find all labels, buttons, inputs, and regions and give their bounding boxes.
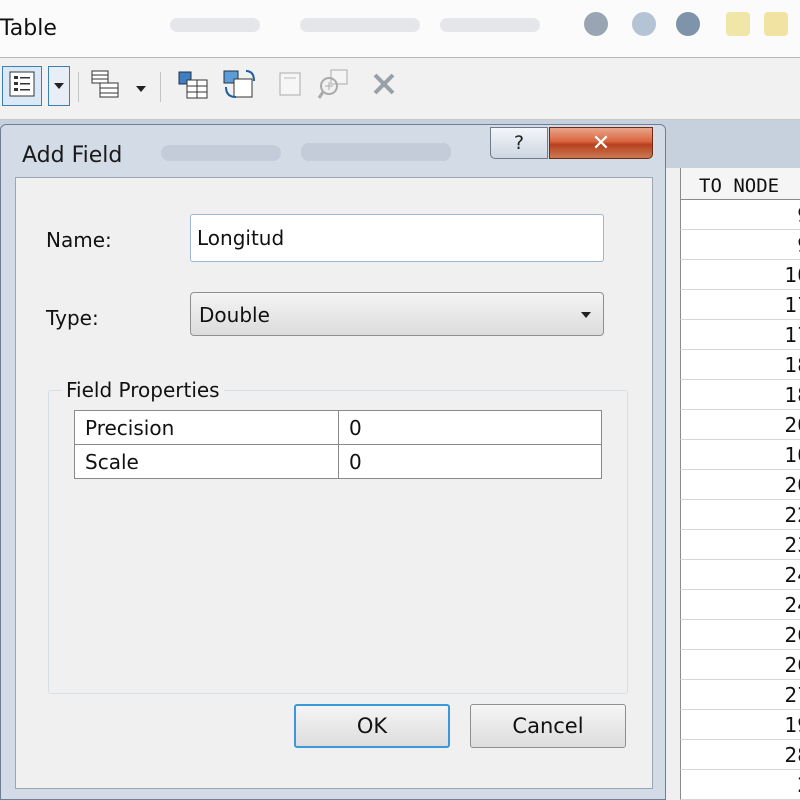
- window-title: Table: [0, 16, 57, 41]
- table-cell-to-node: 23: [784, 533, 800, 557]
- table-cell-to-node: 18: [784, 353, 800, 377]
- table-options-button[interactable]: [2, 66, 42, 106]
- titlebar-blur-icon: [726, 12, 750, 36]
- table-cell-to-node: 20: [784, 413, 800, 437]
- table-toolbar: [0, 58, 800, 120]
- table-row[interactable]: 22: [680, 500, 800, 530]
- titlebar-blur-icon: [676, 12, 700, 36]
- zoom-to-selected-icon: [317, 68, 351, 104]
- name-field[interactable]: [190, 214, 604, 262]
- attribute-table: TO NODE 99 10 17 17 18 18 20 10 20 22 23 24 24 26 26 27…: [662, 168, 800, 800]
- close-icon: ✕: [591, 130, 611, 156]
- chevron-down-icon: [581, 312, 591, 318]
- titlebar-blur-icon: [632, 12, 656, 36]
- related-tables-icon: [90, 69, 122, 103]
- table-row[interactable]: 28: [680, 740, 800, 770]
- main-window-titlebar: Table: [0, 0, 800, 58]
- table-cell-to-node: 17: [784, 323, 800, 347]
- table-cell-to-node: 10: [784, 443, 800, 467]
- close-button[interactable]: ✕: [549, 127, 653, 159]
- type-label: Type:: [46, 306, 99, 330]
- table-row[interactable]: 26: [680, 620, 800, 650]
- table-row[interactable]: 20: [680, 470, 800, 500]
- select-by-attributes-icon: [175, 68, 209, 104]
- titlebar-blur: [440, 18, 540, 32]
- table-row[interactable]: 26: [680, 650, 800, 680]
- chevron-down-icon: [54, 83, 64, 89]
- table-row[interactable]: 9: [680, 200, 800, 230]
- table-row[interactable]: 24: [680, 590, 800, 620]
- table-row[interactable]: 27: [680, 680, 800, 710]
- table-options-icon: [8, 70, 36, 102]
- table-row[interactable]: Precision 0: [74, 410, 602, 445]
- toolbar-separator: [160, 72, 161, 102]
- titlebar-blur-icon: [584, 12, 608, 36]
- table-cell-to-node: 10: [784, 263, 800, 287]
- table-cell-to-node: 24: [784, 593, 800, 617]
- field-properties-label: Field Properties: [62, 378, 224, 402]
- table-row[interactable]: 10: [680, 440, 800, 470]
- table-cell-to-node: 19: [784, 713, 800, 737]
- table-row[interactable]: 18: [680, 350, 800, 380]
- table-cell-to-node: 18: [784, 383, 800, 407]
- property-name-precision: Precision: [74, 410, 339, 445]
- type-select-value: Double: [199, 303, 270, 327]
- titlebar-blur: [170, 18, 260, 32]
- related-tables-button[interactable]: [86, 66, 126, 106]
- select-by-attributes-button[interactable]: [172, 66, 212, 106]
- titlebar-blur: [161, 145, 281, 161]
- property-value-scale[interactable]: 0: [338, 444, 602, 479]
- table-row[interactable]: 9: [680, 230, 800, 260]
- table-row[interactable]: 10: [680, 260, 800, 290]
- type-select[interactable]: Double: [190, 292, 604, 336]
- clear-selection-button[interactable]: [270, 66, 310, 106]
- toolbar-separator: [78, 72, 79, 102]
- table-row[interactable]: 17: [680, 320, 800, 350]
- help-button[interactable]: ?: [490, 127, 548, 159]
- switch-selection-icon: [220, 67, 256, 105]
- table-row[interactable]: 20: [680, 410, 800, 440]
- name-label: Name:: [46, 228, 112, 252]
- titlebar-blur: [301, 143, 451, 161]
- property-name-scale: Scale: [74, 444, 339, 479]
- cancel-button[interactable]: Cancel: [470, 704, 626, 748]
- table-cell-to-node: 20: [784, 473, 800, 497]
- table-row[interactable]: 2: [680, 770, 800, 800]
- dialog-client-area: Name: Type: Double Field Properties Prec…: [15, 177, 653, 789]
- dialog-title: Add Field: [22, 143, 123, 168]
- add-field-dialog: Add Field ? ✕ Name: Type: Double Field P…: [0, 124, 666, 800]
- table-cell-to-node: 27: [784, 683, 800, 707]
- table-row[interactable]: 24: [680, 560, 800, 590]
- table-cell-to-node: 26: [784, 653, 800, 677]
- table-row[interactable]: 19: [680, 710, 800, 740]
- delete-selected-button[interactable]: [364, 66, 404, 106]
- help-icon: ?: [513, 132, 525, 154]
- clear-selection-icon: [276, 70, 304, 102]
- titlebar-blur: [300, 18, 420, 32]
- chevron-down-icon[interactable]: [136, 86, 146, 92]
- table-cell-to-node: 28: [784, 743, 800, 767]
- titlebar-blur-icon: [764, 12, 788, 36]
- table-options-dropdown[interactable]: [48, 66, 70, 106]
- table-row[interactable]: 17: [680, 290, 800, 320]
- delete-selected-icon: [371, 71, 397, 101]
- table-row[interactable]: 23: [680, 530, 800, 560]
- column-header-to-node[interactable]: TO NODE: [680, 168, 800, 200]
- table-cell-to-node: 17: [784, 293, 800, 317]
- table-cell-to-node: 24: [784, 563, 800, 587]
- field-properties-grid: Precision 0 Scale 0: [74, 410, 602, 479]
- property-value-precision[interactable]: 0: [338, 410, 602, 445]
- table-row[interactable]: Scale 0: [74, 444, 602, 479]
- table-rows: 99 10 17 17 18 18 20 10 20 22 23 24 24 26 26 27 19 28 2: [680, 200, 800, 800]
- switch-selection-button[interactable]: [218, 66, 258, 106]
- table-cell-to-node: 22: [784, 503, 800, 527]
- ok-button[interactable]: OK: [294, 704, 450, 748]
- zoom-to-selected-button[interactable]: [314, 66, 354, 106]
- table-row[interactable]: 18: [680, 380, 800, 410]
- table-cell-to-node: 26: [784, 623, 800, 647]
